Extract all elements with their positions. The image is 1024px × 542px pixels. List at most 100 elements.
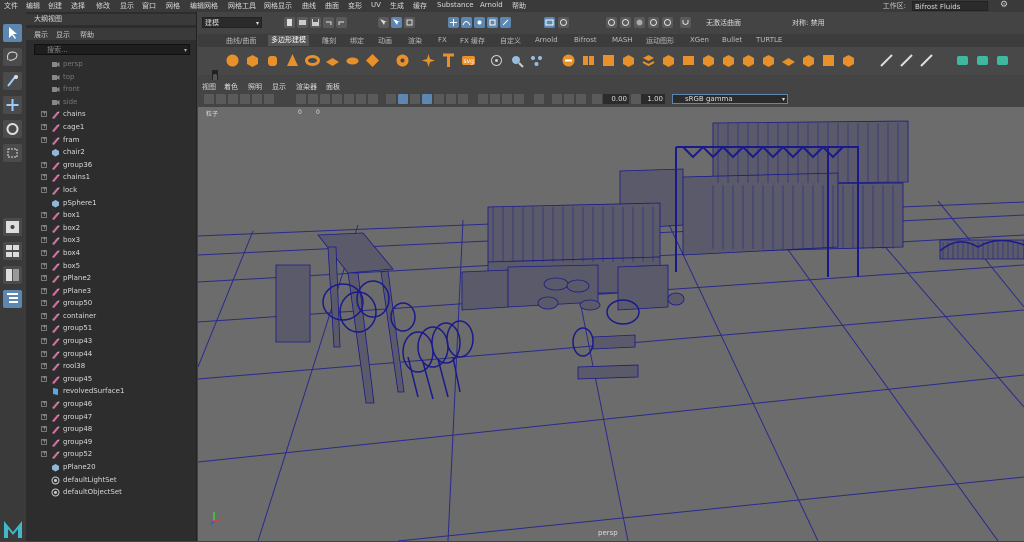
soccer-ball-icon[interactable]	[394, 52, 411, 69]
depth-of-field-icon[interactable]	[514, 94, 524, 104]
two-d-pan-icon[interactable]	[252, 94, 262, 104]
outliner-item[interactable]: fram	[26, 134, 186, 146]
outliner-search-input[interactable]: 搜索... ▾	[34, 44, 190, 55]
select-hierarchy-icon[interactable]	[378, 17, 389, 28]
menu-window[interactable]: 窗口	[142, 1, 156, 11]
select-tool-icon[interactable]	[3, 24, 22, 42]
crease-tool-icon[interactable]	[918, 52, 935, 69]
save-scene-icon[interactable]	[310, 17, 321, 28]
quad-draw-icon[interactable]	[878, 52, 895, 69]
tab-fx-cache[interactable]: FX 缓存	[460, 36, 485, 46]
snap-view-plane-icon[interactable]	[487, 17, 498, 28]
insert-edge-loop-icon[interactable]	[760, 52, 777, 69]
menu-deform[interactable]: 变形	[348, 1, 362, 11]
safe-action-icon[interactable]	[356, 94, 366, 104]
select-component-icon[interactable]	[404, 17, 415, 28]
outliner-item[interactable]: box2	[26, 222, 186, 234]
image-plane-icon[interactable]	[240, 94, 250, 104]
outliner-item[interactable]: defaultLightSet	[26, 474, 186, 487]
exposure-field[interactable]: 0.00	[603, 94, 629, 104]
type-tool-icon[interactable]	[488, 52, 505, 69]
viewport-3d[interactable]: 粒子 0 0 persp	[198, 107, 1024, 541]
smooth-icon[interactable]	[620, 52, 637, 69]
tab-bullet[interactable]: Bullet	[722, 36, 742, 44]
menu-surfaces[interactable]: 曲面	[325, 1, 339, 11]
move-tool-icon[interactable]	[3, 96, 22, 114]
menu-select[interactable]: 选择	[71, 1, 85, 11]
expand-toggle-icon[interactable]	[41, 285, 47, 297]
screen-space-ao-icon[interactable]	[478, 94, 488, 104]
gate-mask-icon[interactable]	[332, 94, 342, 104]
tab-curves-surfaces[interactable]: 曲线/曲面	[226, 36, 256, 46]
snap-grid-icon[interactable]	[448, 17, 459, 28]
outliner-item[interactable]: chains1	[26, 171, 186, 184]
four-view-layout-icon[interactable]	[3, 242, 22, 260]
expand-toggle-icon[interactable]	[41, 260, 47, 272]
snap-point-icon[interactable]	[474, 17, 485, 28]
resolution-gate-icon[interactable]	[320, 94, 330, 104]
outliner-item[interactable]: revolvedSurface1	[26, 385, 186, 398]
outliner-item[interactable]: pPlane2	[26, 272, 186, 285]
tab-arnold[interactable]: Arnold	[535, 36, 558, 44]
film-gate-icon[interactable]	[308, 94, 318, 104]
tab-poly-modeling[interactable]: 多边形建模	[268, 35, 309, 46]
tab-xgen[interactable]: XGen	[690, 36, 709, 44]
select-camera-icon[interactable]	[204, 94, 214, 104]
bevel-icon[interactable]	[700, 52, 717, 69]
slide-edge-icon[interactable]	[898, 52, 915, 69]
expand-toggle-icon[interactable]	[41, 184, 47, 197]
panel-menu-shading[interactable]: 着色	[224, 82, 238, 92]
menu-mesh-tools[interactable]: 网格工具	[228, 1, 256, 11]
workspace-select[interactable]: Bifrost Fluids	[912, 1, 988, 11]
outliner-item[interactable]: group47	[26, 411, 186, 423]
menu-file[interactable]: 文件	[4, 1, 18, 11]
outliner-item[interactable]: container	[26, 310, 186, 322]
color-space-select[interactable]: sRGB gamma ▾	[672, 94, 788, 104]
extrude-icon[interactable]	[660, 52, 677, 69]
menu-modify[interactable]: 修改	[96, 1, 110, 11]
separate-icon[interactable]	[580, 52, 597, 69]
expand-toggle-icon[interactable]	[41, 373, 47, 385]
textured-icon[interactable]	[434, 94, 444, 104]
outliner-item[interactable]: persp	[26, 58, 186, 71]
redo-icon[interactable]	[336, 17, 347, 28]
outliner-menu-show[interactable]: 展示	[34, 30, 48, 40]
gear-icon[interactable]: ⚙	[1000, 0, 1008, 10]
outliner-item[interactable]: group45	[26, 373, 186, 385]
combine-icon[interactable]	[560, 52, 577, 69]
xray-components-icon[interactable]	[576, 94, 586, 104]
expand-toggle-icon[interactable]	[41, 411, 47, 423]
menu-uv[interactable]: UV	[371, 1, 381, 9]
expand-toggle-icon[interactable]	[41, 134, 47, 146]
use-all-lights-icon[interactable]	[446, 94, 456, 104]
outliner-menu-help[interactable]: 帮助	[80, 30, 94, 40]
mode-select[interactable]: 建模 ▾	[202, 17, 262, 28]
expand-toggle-icon[interactable]	[41, 448, 47, 461]
isolate-select-icon[interactable]	[534, 94, 544, 104]
expand-toggle-icon[interactable]	[41, 398, 47, 411]
rotate-tool-icon[interactable]	[3, 120, 22, 138]
outliner-item[interactable]: box4	[26, 247, 186, 260]
new-scene-icon[interactable]	[284, 17, 295, 28]
open-scene-icon[interactable]	[297, 17, 308, 28]
outliner-item[interactable]: lock	[26, 184, 186, 197]
bridge-icon[interactable]	[680, 52, 697, 69]
poly-plane-icon[interactable]	[324, 52, 341, 69]
snap-live-icon[interactable]	[500, 17, 511, 28]
tab-turtle[interactable]: TURTLE	[756, 36, 782, 44]
tab-sculpting[interactable]: 雕刻	[322, 36, 336, 46]
panel-menu-renderer[interactable]: 渲染器	[296, 82, 317, 92]
outliner-item[interactable]: group49	[26, 436, 186, 448]
menu-curves[interactable]: 曲线	[302, 1, 316, 11]
outliner-menu-display[interactable]: 显示	[56, 30, 70, 40]
hypershade-icon[interactable]	[634, 17, 645, 28]
light-editor-icon[interactable]	[662, 17, 673, 28]
poly-cylinder-icon[interactable]	[264, 52, 281, 69]
side-by-side-layout-icon[interactable]	[3, 266, 22, 284]
expand-toggle-icon[interactable]	[41, 222, 47, 234]
outliner-item[interactable]: box3	[26, 234, 186, 247]
expand-toggle-icon[interactable]	[41, 436, 47, 448]
outliner-item[interactable]: box1	[26, 209, 186, 222]
tab-rendering[interactable]: 渲染	[408, 36, 422, 46]
merge-icon[interactable]	[780, 52, 797, 69]
